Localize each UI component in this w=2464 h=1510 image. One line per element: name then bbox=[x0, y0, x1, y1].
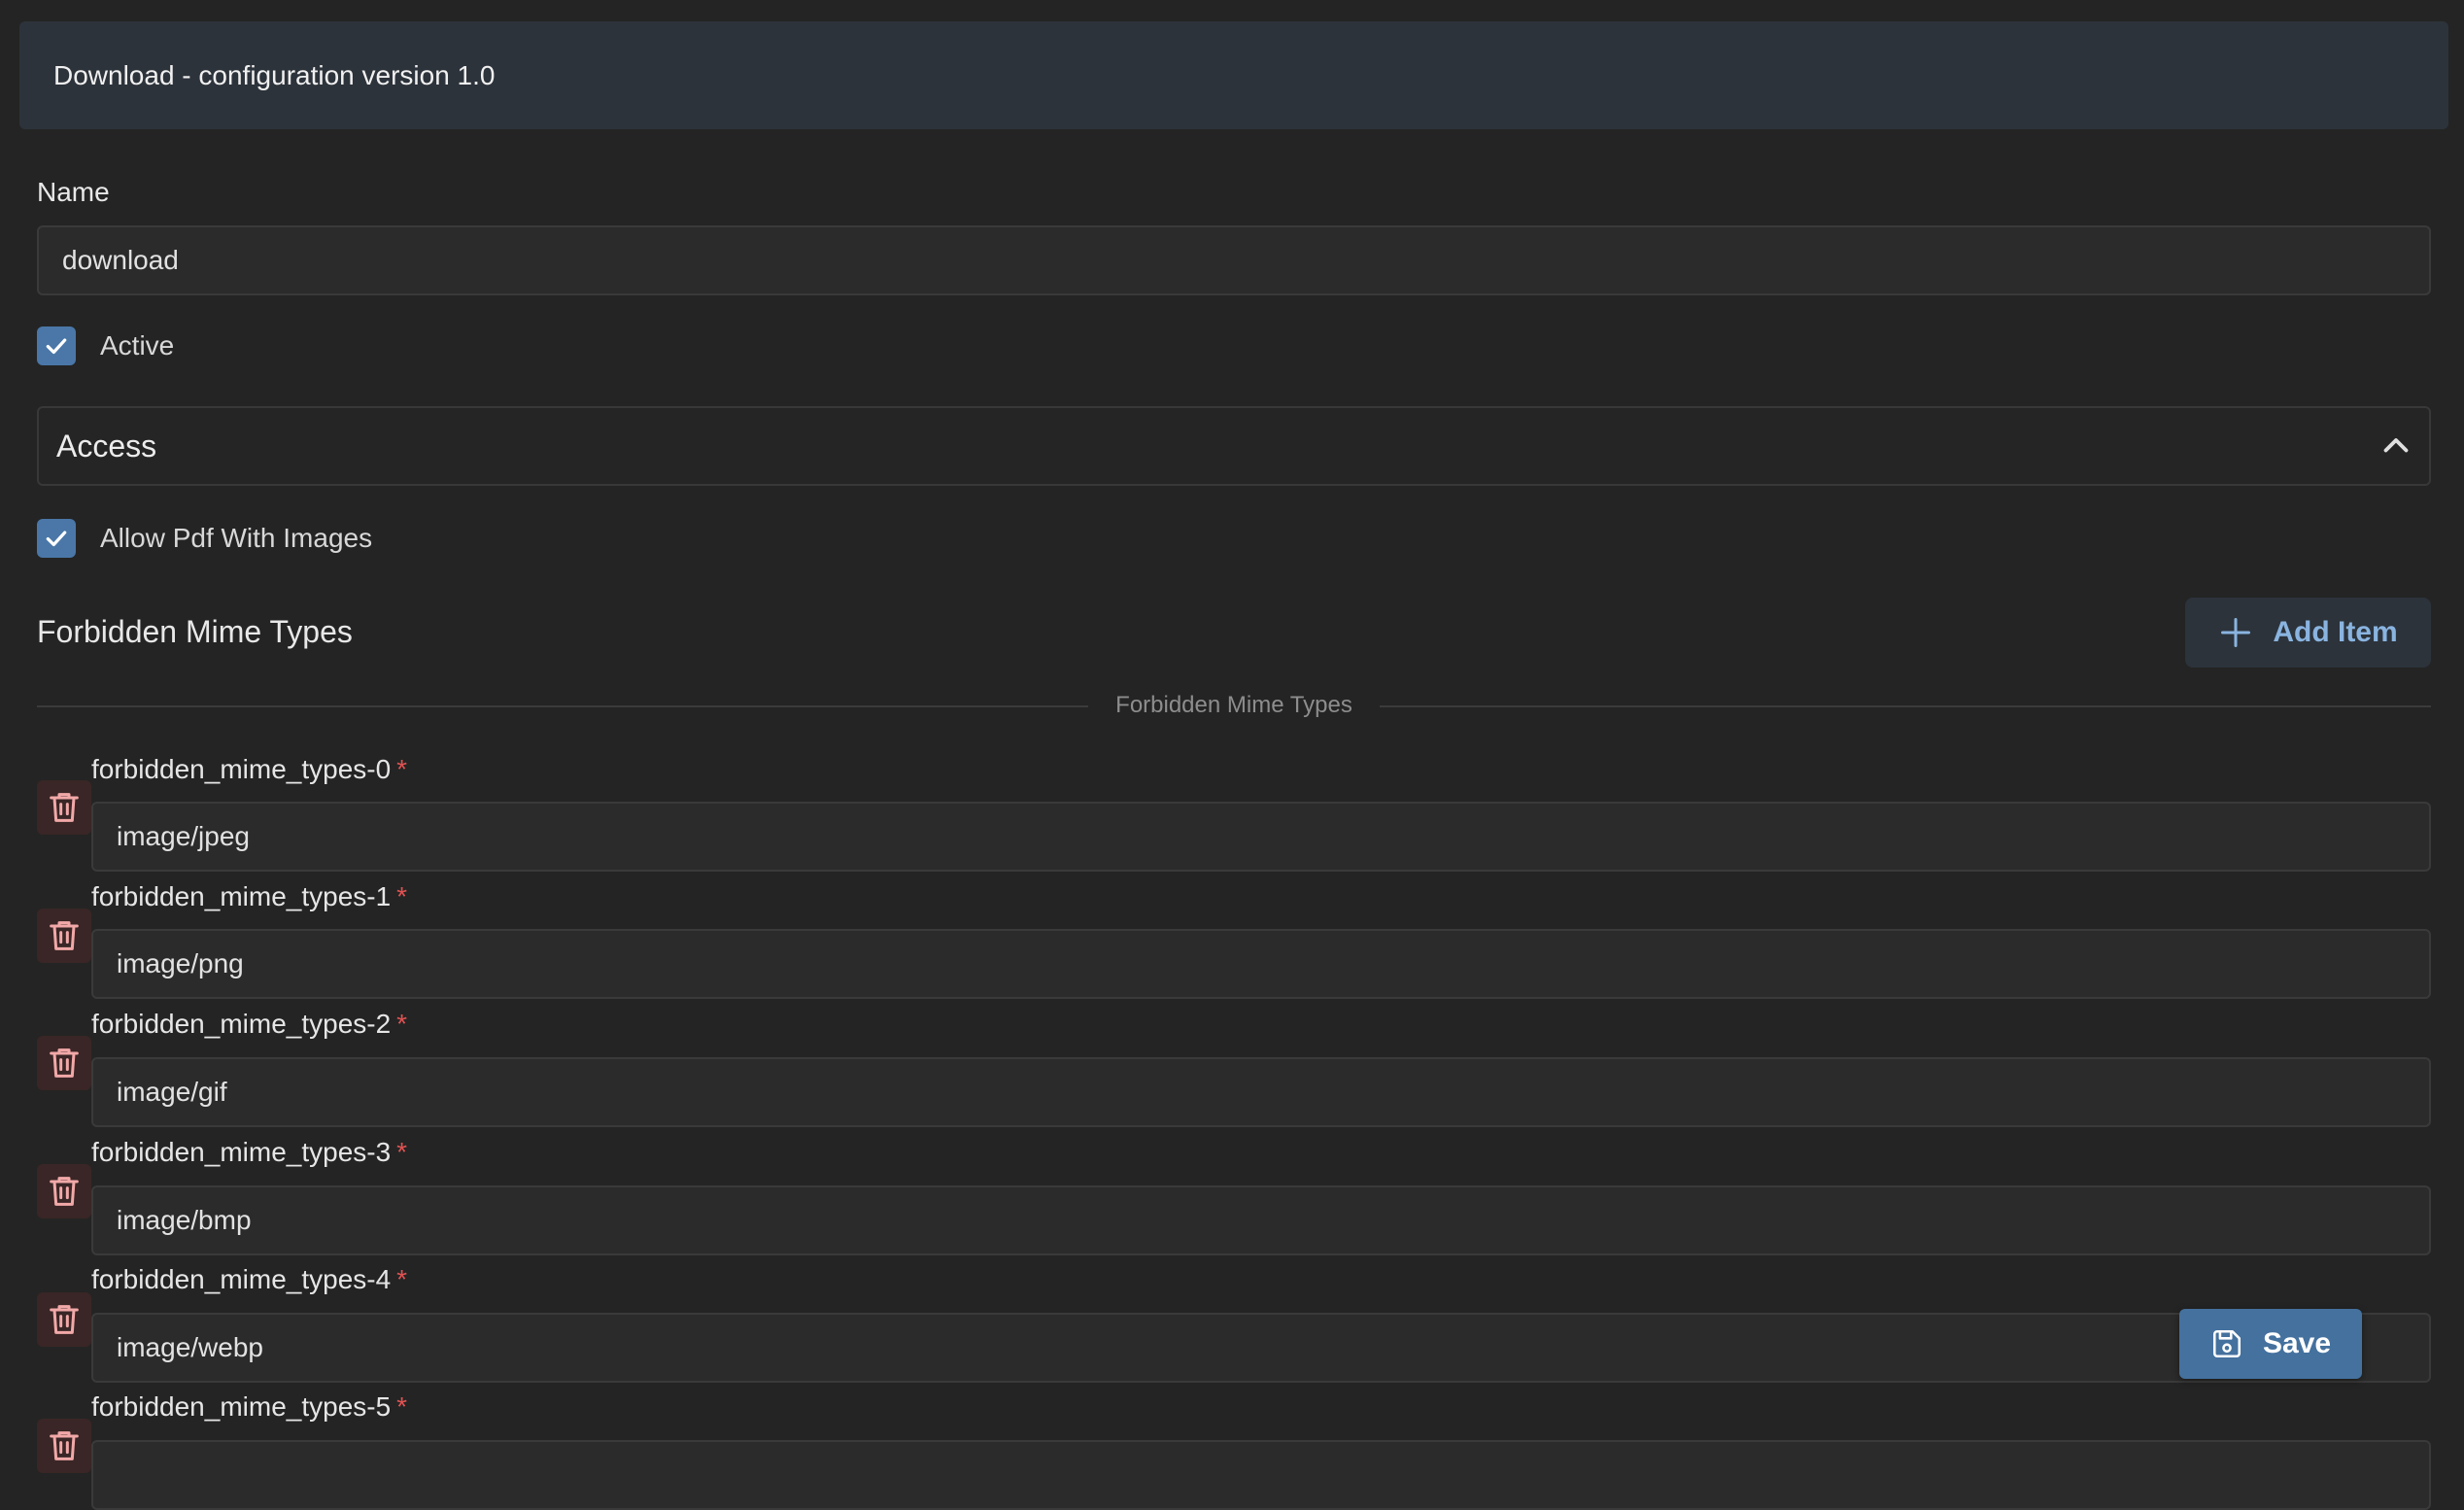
divider-label: Forbidden Mime Types bbox=[1115, 692, 1352, 718]
add-item-label: Add Item bbox=[2273, 616, 2398, 648]
active-label: Active bbox=[100, 330, 175, 360]
item-label: forbidden_mime_types-4 * bbox=[91, 1264, 407, 1295]
mime-type-input[interactable] bbox=[91, 802, 2431, 872]
item-label: forbidden_mime_types-2 * bbox=[91, 1009, 407, 1040]
required-mark: * bbox=[396, 881, 408, 911]
plus-icon bbox=[2221, 618, 2251, 647]
floppy-disk-icon bbox=[2212, 1329, 2241, 1358]
item-label: forbidden_mime_types-0 * bbox=[91, 754, 407, 785]
required-mark: * bbox=[396, 1009, 408, 1039]
save-button[interactable]: Save bbox=[2179, 1309, 2362, 1379]
delete-item-button[interactable] bbox=[37, 909, 91, 963]
page-header: Download - configuration version 1.0 bbox=[19, 21, 2448, 129]
check-icon bbox=[46, 338, 67, 355]
item-label-text: forbidden_mime_types-1 bbox=[91, 881, 392, 911]
delete-item-button[interactable] bbox=[37, 1419, 91, 1473]
page-title: Download - configuration version 1.0 bbox=[53, 59, 496, 90]
item-label: forbidden_mime_types-1 * bbox=[91, 881, 407, 912]
trash-icon bbox=[50, 1431, 79, 1460]
trash-icon bbox=[50, 1048, 79, 1078]
divider-right bbox=[1380, 705, 2431, 707]
add-item-button[interactable]: Add Item bbox=[2185, 598, 2431, 668]
check-icon bbox=[46, 531, 67, 547]
item-label-text: forbidden_mime_types-0 bbox=[91, 754, 392, 784]
access-title: Access bbox=[56, 428, 157, 463]
access-panel-header[interactable]: Access bbox=[37, 406, 2431, 486]
chevron-up-icon[interactable] bbox=[2378, 429, 2413, 463]
item-label: forbidden_mime_types-5 * bbox=[91, 1391, 407, 1423]
allow-pdf-checkbox[interactable] bbox=[37, 519, 76, 558]
delete-item-button[interactable] bbox=[37, 780, 91, 835]
trash-icon bbox=[50, 793, 79, 822]
item-label: forbidden_mime_types-3 * bbox=[91, 1137, 407, 1168]
delete-item-button[interactable] bbox=[37, 1036, 91, 1090]
required-mark: * bbox=[396, 754, 408, 784]
divider-left bbox=[37, 705, 1088, 707]
trash-icon bbox=[50, 921, 79, 950]
required-mark: * bbox=[396, 1137, 408, 1167]
active-checkbox-row[interactable]: Active bbox=[37, 326, 174, 365]
name-input[interactable] bbox=[37, 225, 2431, 295]
allow-pdf-checkbox-row[interactable]: Allow Pdf With Images bbox=[37, 519, 372, 558]
item-label-text: forbidden_mime_types-4 bbox=[91, 1264, 392, 1294]
save-label: Save bbox=[2262, 1327, 2332, 1359]
item-label-text: forbidden_mime_types-3 bbox=[91, 1137, 392, 1167]
item-label-text: forbidden_mime_types-2 bbox=[91, 1009, 392, 1039]
trash-icon bbox=[50, 1305, 79, 1334]
active-checkbox[interactable] bbox=[37, 326, 76, 365]
mime-type-input[interactable] bbox=[91, 1185, 2431, 1255]
item-label-text: forbidden_mime_types-5 bbox=[91, 1391, 392, 1422]
forbidden-section-title: Forbidden Mime Types bbox=[37, 614, 353, 649]
mime-type-input[interactable] bbox=[91, 1440, 2431, 1510]
required-mark: * bbox=[396, 1391, 408, 1422]
mime-type-input[interactable] bbox=[91, 929, 2431, 999]
required-mark: * bbox=[396, 1264, 408, 1294]
delete-item-button[interactable] bbox=[37, 1164, 91, 1218]
mime-type-input[interactable] bbox=[91, 1313, 2431, 1383]
trash-icon bbox=[50, 1177, 79, 1206]
name-label: Name bbox=[37, 177, 110, 207]
allow-pdf-label: Allow Pdf With Images bbox=[100, 523, 373, 553]
delete-item-button[interactable] bbox=[37, 1292, 91, 1347]
mime-type-input[interactable] bbox=[91, 1057, 2431, 1127]
